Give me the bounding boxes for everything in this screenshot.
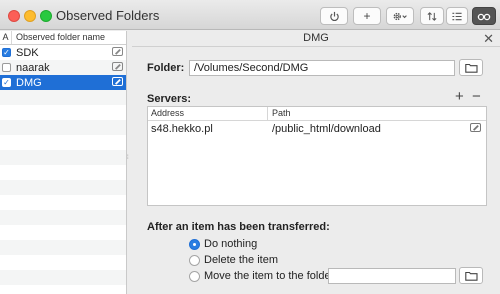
list-item[interactable]: naarak bbox=[0, 60, 126, 75]
empty-row bbox=[0, 270, 126, 285]
edit-icon[interactable] bbox=[112, 77, 124, 91]
plus-icon: + bbox=[363, 9, 371, 23]
servers-table: Address Path s48.hekko.pl /public_html/d… bbox=[147, 106, 487, 206]
list-icon bbox=[452, 12, 462, 20]
option-do-nothing[interactable]: Do nothing bbox=[189, 238, 257, 250]
option-label: Move the item to the folder: bbox=[204, 270, 338, 282]
server-address: s48.hekko.pl bbox=[151, 123, 213, 135]
choose-move-folder-button[interactable] bbox=[459, 267, 483, 284]
zoom-window-button[interactable] bbox=[40, 10, 52, 22]
window-title: Observed Folders bbox=[56, 8, 160, 23]
folder-name: SDK bbox=[16, 46, 39, 59]
glasses-icon bbox=[477, 13, 491, 20]
choose-folder-button[interactable] bbox=[459, 59, 483, 76]
folder-label: Folder: bbox=[147, 62, 185, 74]
edit-icon[interactable] bbox=[112, 47, 124, 61]
column-header-active[interactable]: A bbox=[0, 31, 12, 44]
folder-name: DMG bbox=[16, 76, 42, 89]
option-label: Do nothing bbox=[204, 238, 258, 250]
server-path: /public_html/download bbox=[272, 123, 381, 135]
list-item[interactable]: ✓ DMG bbox=[0, 75, 126, 90]
option-move-item[interactable]: Move the item to the folder: bbox=[189, 270, 337, 282]
close-detail-icon[interactable]: ✕ bbox=[483, 31, 494, 46]
option-label: Delete the item bbox=[204, 254, 278, 266]
radio-delete-item[interactable] bbox=[189, 254, 200, 266]
gear-icon bbox=[393, 12, 407, 20]
active-checkbox[interactable]: ✓ bbox=[2, 48, 11, 57]
empty-row bbox=[0, 135, 126, 150]
list-item[interactable]: ✓ SDK bbox=[0, 45, 126, 60]
sort-button[interactable] bbox=[420, 7, 444, 25]
empty-row bbox=[0, 210, 126, 225]
close-window-button[interactable] bbox=[8, 10, 20, 22]
detail-title: DMG bbox=[303, 32, 329, 44]
power-icon bbox=[329, 11, 339, 21]
empty-row bbox=[0, 255, 126, 270]
folder-name: naarak bbox=[16, 61, 50, 74]
active-checkbox[interactable] bbox=[2, 63, 11, 72]
edit-server-icon[interactable] bbox=[470, 123, 482, 139]
empty-row bbox=[0, 150, 126, 165]
radio-do-nothing[interactable] bbox=[189, 238, 200, 250]
power-button[interactable] bbox=[320, 7, 348, 25]
empty-row bbox=[0, 165, 126, 180]
edit-icon[interactable] bbox=[112, 62, 124, 76]
empty-row bbox=[0, 195, 126, 210]
empty-row bbox=[0, 180, 126, 195]
empty-row bbox=[0, 90, 126, 105]
folder-details-panel: DMG ✕ Folder: /Volumes/Second/DMG Server… bbox=[132, 31, 500, 294]
add-server-button[interactable]: + bbox=[455, 88, 464, 105]
remove-server-button[interactable]: − bbox=[472, 88, 481, 105]
after-transfer-label: After an item has been transferred: bbox=[147, 221, 330, 233]
empty-row bbox=[0, 105, 126, 120]
gear-menu-button[interactable] bbox=[386, 7, 414, 25]
active-checkbox[interactable]: ✓ bbox=[2, 78, 11, 87]
sort-arrows-icon bbox=[427, 11, 437, 21]
minimize-window-button[interactable] bbox=[24, 10, 36, 22]
column-header-path[interactable]: Path bbox=[268, 107, 291, 120]
observed-folders-view-button[interactable] bbox=[472, 7, 496, 25]
column-header-name[interactable]: Observed folder name bbox=[12, 31, 105, 44]
list-header: A Observed folder name bbox=[0, 31, 126, 45]
list-view-button[interactable] bbox=[446, 7, 468, 25]
folder-icon bbox=[464, 271, 478, 281]
option-delete-item[interactable]: Delete the item bbox=[189, 254, 278, 266]
detail-header: DMG ✕ bbox=[132, 31, 500, 47]
title-bar: Observed Folders + bbox=[0, 0, 500, 30]
servers-table-header: Address Path bbox=[148, 107, 486, 121]
empty-row bbox=[0, 240, 126, 255]
move-folder-field[interactable] bbox=[328, 268, 456, 284]
table-row[interactable]: s48.hekko.pl /public_html/download bbox=[148, 121, 486, 137]
empty-row bbox=[0, 120, 126, 135]
folder-icon bbox=[464, 63, 478, 73]
empty-row bbox=[0, 225, 126, 240]
column-header-address[interactable]: Address bbox=[148, 107, 268, 120]
list-rows: ✓ SDK naarak ✓ DMG bbox=[0, 45, 126, 285]
folder-path-field[interactable]: /Volumes/Second/DMG bbox=[189, 60, 455, 76]
observed-folders-list: A Observed folder name ✓ SDK naarak ✓ DMG bbox=[0, 31, 127, 294]
servers-label: Servers: bbox=[147, 93, 192, 105]
radio-move-item[interactable] bbox=[189, 270, 200, 282]
add-button[interactable]: + bbox=[353, 7, 381, 25]
